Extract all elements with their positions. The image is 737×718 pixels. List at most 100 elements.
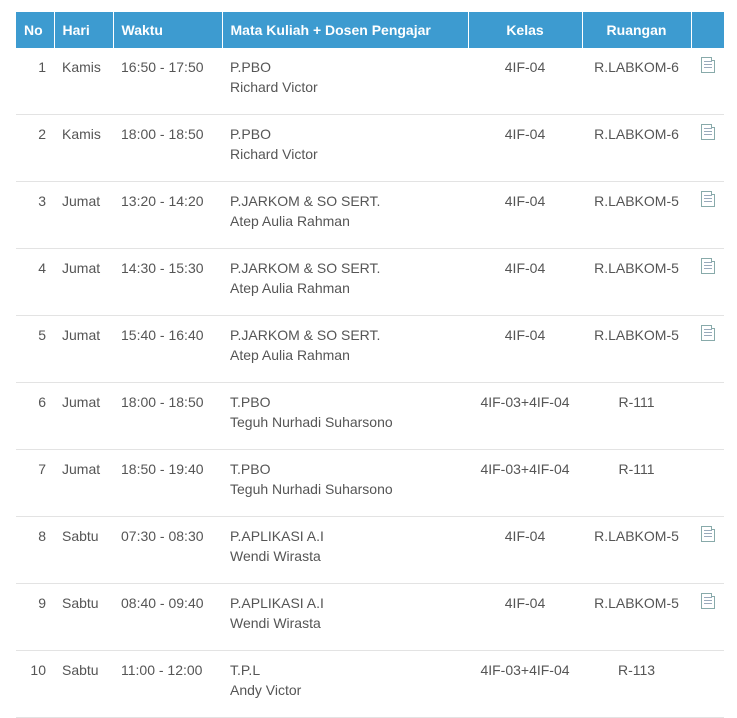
cell-hari: Kamis bbox=[54, 48, 113, 115]
cell-action bbox=[691, 449, 724, 517]
cell-waktu: 15:40 - 16:40 bbox=[113, 315, 222, 383]
cell-hari: Sabtu bbox=[54, 516, 113, 584]
cell-hari: Jumat bbox=[54, 449, 113, 517]
cell-mata-kuliah: P.APLIKASI A.I Wendi Wirasta bbox=[222, 583, 468, 651]
header-waktu: Waktu bbox=[113, 12, 223, 48]
cell-waktu: 18:00 - 18:50 bbox=[113, 114, 222, 182]
cell-mata-kuliah: P.JARKOM & SO SERT. Atep Aulia Rahman bbox=[222, 315, 468, 383]
lecturer-name: Teguh Nurhadi Suharsono bbox=[230, 481, 393, 497]
cell-mata-kuliah: T.P.L Andy Victor bbox=[222, 650, 468, 718]
cell-kelas: 4IF-03+4IF-04 bbox=[468, 650, 582, 718]
cell-action bbox=[691, 48, 724, 115]
course-name: P.APLIKASI A.I bbox=[230, 528, 324, 544]
cell-ruangan: R-111 bbox=[582, 382, 691, 450]
header-hari: Hari bbox=[54, 12, 114, 48]
document-icon[interactable] bbox=[700, 191, 715, 207]
schedule-table: No Hari Waktu Mata Kuliah + Dosen Pengaj… bbox=[16, 12, 724, 718]
cell-no: 4 bbox=[16, 248, 54, 316]
cell-ruangan: R.LABKOM-5 bbox=[582, 315, 691, 383]
cell-action bbox=[691, 248, 724, 316]
cell-no: 10 bbox=[16, 650, 54, 718]
cell-ruangan: R-113 bbox=[582, 650, 691, 718]
document-icon[interactable] bbox=[700, 124, 715, 140]
cell-hari: Kamis bbox=[54, 114, 113, 182]
cell-no: 7 bbox=[16, 449, 54, 517]
course-name: T.PBO bbox=[230, 394, 271, 410]
table-body: 1 Kamis 16:50 - 17:50 P.PBO Richard Victor 4I… bbox=[16, 48, 724, 718]
cell-no: 5 bbox=[16, 315, 54, 383]
cell-action bbox=[691, 114, 724, 182]
cell-ruangan: R.LABKOM-5 bbox=[582, 248, 691, 316]
cell-mata-kuliah: T.PBO Teguh Nurhadi Suharsono bbox=[222, 382, 468, 450]
cell-mata-kuliah: P.PBO Richard Victor bbox=[222, 114, 468, 182]
table-header: No Hari Waktu Mata Kuliah + Dosen Pengaj… bbox=[16, 12, 724, 48]
table-row: 6 Jumat 18:00 - 18:50 T.PBO Teguh Nurhadi Su… bbox=[16, 382, 724, 450]
header-no: No bbox=[16, 12, 55, 48]
lecturer-name: Teguh Nurhadi Suharsono bbox=[230, 414, 393, 430]
lecturer-name: Andy Victor bbox=[230, 682, 302, 698]
document-icon[interactable] bbox=[700, 258, 715, 274]
table-row: 5 Jumat 15:40 - 16:40 P.JARKOM & SO SERT. At… bbox=[16, 315, 724, 383]
cell-mata-kuliah: P.JARKOM & SO SERT. Atep Aulia Rahman bbox=[222, 248, 468, 316]
cell-kelas: 4IF-03+4IF-04 bbox=[468, 449, 582, 517]
course-name: T.P.L bbox=[230, 662, 261, 678]
document-icon[interactable] bbox=[700, 593, 715, 609]
cell-waktu: 13:20 - 14:20 bbox=[113, 181, 222, 249]
document-icon[interactable] bbox=[700, 325, 715, 341]
cell-action bbox=[691, 650, 724, 718]
cell-no: 8 bbox=[16, 516, 54, 584]
cell-kelas: 4IF-04 bbox=[468, 114, 582, 182]
table-row: 9 Sabtu 08:40 - 09:40 P.APLIKASI A.I Wendi W… bbox=[16, 583, 724, 651]
lecturer-name: Atep Aulia Rahman bbox=[230, 280, 350, 296]
cell-hari: Sabtu bbox=[54, 583, 113, 651]
cell-kelas: 4IF-03+4IF-04 bbox=[468, 382, 582, 450]
header-mata-kuliah: Mata Kuliah + Dosen Pengajar bbox=[222, 12, 469, 48]
cell-mata-kuliah: P.PBO Richard Victor bbox=[222, 48, 468, 115]
cell-hari: Jumat bbox=[54, 181, 113, 249]
cell-waktu: 07:30 - 08:30 bbox=[113, 516, 222, 584]
cell-ruangan: R.LABKOM-6 bbox=[582, 114, 691, 182]
cell-action bbox=[691, 315, 724, 383]
cell-hari: Sabtu bbox=[54, 650, 113, 718]
cell-kelas: 4IF-04 bbox=[468, 248, 582, 316]
header-ruangan: Ruangan bbox=[582, 12, 692, 48]
cell-kelas: 4IF-04 bbox=[468, 48, 582, 115]
lecturer-name: Richard Victor bbox=[230, 79, 318, 95]
cell-no: 1 bbox=[16, 48, 54, 115]
table-row: 8 Sabtu 07:30 - 08:30 P.APLIKASI A.I Wendi W… bbox=[16, 516, 724, 584]
cell-kelas: 4IF-04 bbox=[468, 516, 582, 584]
document-icon[interactable] bbox=[700, 526, 715, 542]
cell-waktu: 18:50 - 19:40 bbox=[113, 449, 222, 517]
table-row: 4 Jumat 14:30 - 15:30 P.JARKOM & SO SERT. At… bbox=[16, 248, 724, 316]
cell-hari: Jumat bbox=[54, 248, 113, 316]
cell-mata-kuliah: T.PBO Teguh Nurhadi Suharsono bbox=[222, 449, 468, 517]
cell-waktu: 11:00 - 12:00 bbox=[113, 650, 222, 718]
cell-waktu: 14:30 - 15:30 bbox=[113, 248, 222, 316]
course-name: P.APLIKASI A.I bbox=[230, 595, 324, 611]
cell-kelas: 4IF-04 bbox=[468, 315, 582, 383]
header-action bbox=[691, 12, 724, 48]
table-row: 3 Jumat 13:20 - 14:20 P.JARKOM & SO SERT. At… bbox=[16, 181, 724, 249]
lecturer-name: Wendi Wirasta bbox=[230, 615, 321, 631]
cell-waktu: 08:40 - 09:40 bbox=[113, 583, 222, 651]
header-kelas: Kelas bbox=[468, 12, 583, 48]
course-name: P.JARKOM & SO SERT. bbox=[230, 260, 381, 276]
lecturer-name: Wendi Wirasta bbox=[230, 548, 321, 564]
cell-no: 3 bbox=[16, 181, 54, 249]
cell-action bbox=[691, 516, 724, 584]
cell-action bbox=[691, 181, 724, 249]
document-icon[interactable] bbox=[700, 57, 715, 73]
lecturer-name: Atep Aulia Rahman bbox=[230, 213, 350, 229]
cell-no: 6 bbox=[16, 382, 54, 450]
cell-ruangan: R.LABKOM-5 bbox=[582, 516, 691, 584]
cell-action bbox=[691, 583, 724, 651]
cell-mata-kuliah: P.APLIKASI A.I Wendi Wirasta bbox=[222, 516, 468, 584]
cell-action bbox=[691, 382, 724, 450]
cell-ruangan: R-111 bbox=[582, 449, 691, 517]
lecturer-name: Richard Victor bbox=[230, 146, 318, 162]
cell-kelas: 4IF-04 bbox=[468, 583, 582, 651]
cell-no: 2 bbox=[16, 114, 54, 182]
cell-ruangan: R.LABKOM-6 bbox=[582, 48, 691, 115]
cell-hari: Jumat bbox=[54, 315, 113, 383]
cell-kelas: 4IF-04 bbox=[468, 181, 582, 249]
